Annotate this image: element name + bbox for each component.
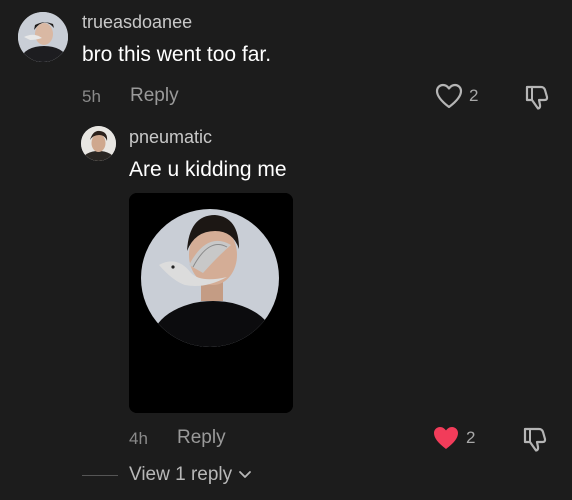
view-replies-label: View 1 reply: [129, 464, 233, 485]
thumbs-down-icon: [523, 427, 547, 452]
avatar-image: [18, 12, 68, 62]
chevron-down-icon: [239, 471, 252, 478]
comment-text: bro this went too far.: [82, 43, 272, 66]
reply-button[interactable]: Reply: [177, 427, 226, 449]
dislike-button[interactable]: [522, 425, 548, 453]
comment-media[interactable]: [129, 193, 293, 413]
avatar[interactable]: [81, 126, 116, 161]
like-count: 2: [466, 428, 476, 447]
reply-button[interactable]: Reply: [130, 85, 179, 107]
divider-line: [82, 475, 118, 476]
comment-username[interactable]: trueasdoanee: [82, 12, 192, 33]
like-count: 2: [469, 86, 479, 105]
comment-timestamp: 4h: [129, 429, 148, 448]
heart-outline-icon: [435, 83, 463, 109]
dislike-button[interactable]: [524, 83, 550, 111]
like-button[interactable]: 2: [435, 83, 478, 109]
sticker-image: [129, 193, 293, 413]
comment-timestamp: 5h: [82, 87, 101, 106]
like-button[interactable]: 2: [432, 425, 475, 451]
thumbs-down-icon: [525, 85, 549, 110]
heart-filled-icon: [434, 427, 458, 449]
view-replies-button[interactable]: View 1 reply: [129, 464, 252, 486]
avatar-image: [81, 126, 116, 161]
comment-username[interactable]: pneumatic: [129, 127, 212, 148]
comment-text: Are u kidding me: [129, 158, 287, 181]
avatar[interactable]: [18, 12, 68, 62]
